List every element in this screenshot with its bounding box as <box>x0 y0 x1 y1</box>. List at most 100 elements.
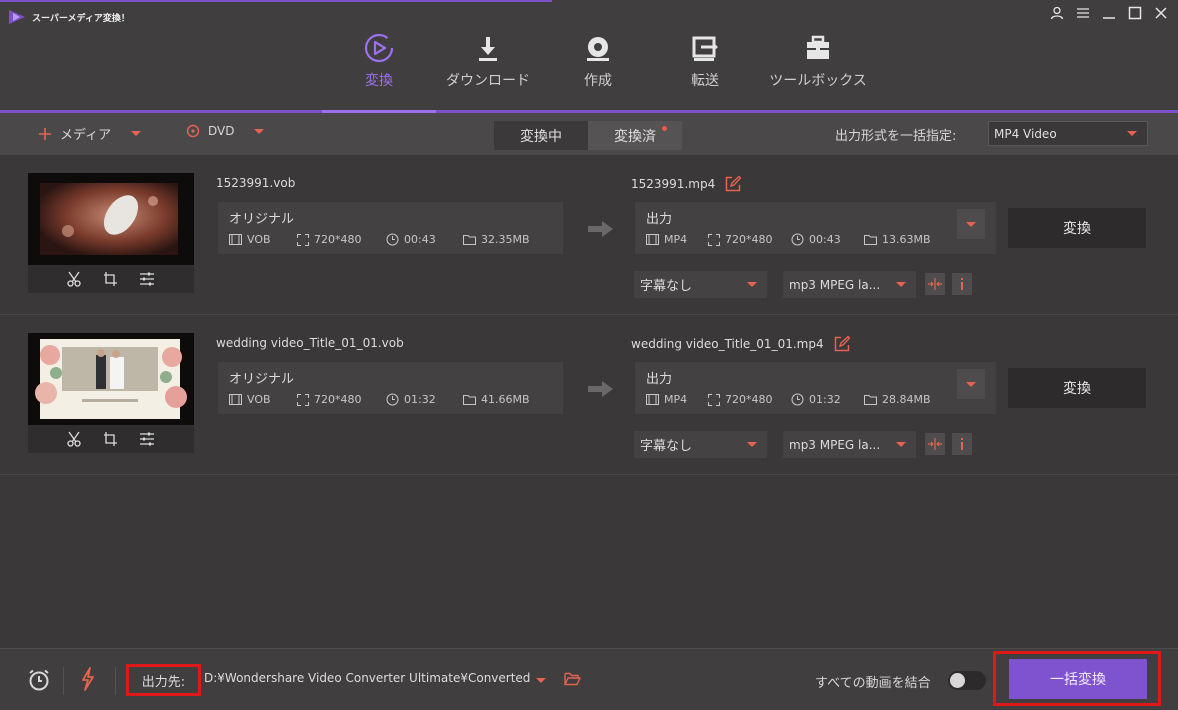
duration-value: 00:43 <box>404 233 436 246</box>
audio-value: mp3 MPEG la... <box>789 437 881 452</box>
convert-icon <box>364 33 394 63</box>
output-settings-dropdown[interactable] <box>957 369 985 399</box>
output-info[interactable]: 出力 MP4 720*480 00:43 13.63MB <box>635 202 996 254</box>
resolution-icon <box>297 233 309 246</box>
resolution-meta: 720*480 <box>708 393 773 406</box>
convert-button[interactable]: 変換 <box>1008 208 1146 248</box>
nav-transfer[interactable]: 転送 <box>650 30 760 90</box>
source-info: オリジナル VOB 720*480 00:43 32.35MB <box>218 202 563 254</box>
nav-burn[interactable]: 作成 <box>543 30 653 90</box>
folder-icon <box>864 395 877 405</box>
effects-icon[interactable] <box>139 272 155 286</box>
toggle-knob <box>950 673 965 688</box>
resolution-icon <box>708 233 720 246</box>
resolution-value: 720*480 <box>314 393 362 406</box>
tab-converted[interactable]: 変換済 <box>588 121 682 150</box>
nav-download-label: ダウンロード <box>446 73 530 89</box>
audio-select[interactable]: mp3 MPEG la... <box>783 431 916 458</box>
video-thumbnail[interactable] <box>28 333 194 425</box>
edit-icon[interactable] <box>725 176 742 192</box>
duration-value: 01:32 <box>404 393 436 406</box>
info-button[interactable] <box>952 433 972 455</box>
info-icon <box>961 278 963 290</box>
edit-icon[interactable] <box>834 336 850 352</box>
arrow-right-icon <box>588 381 613 397</box>
size-value: 28.84MB <box>882 393 931 406</box>
format-value: VOB <box>247 393 271 406</box>
info-button[interactable] <box>952 273 972 295</box>
output-format-select[interactable]: MP4 Video <box>988 121 1148 146</box>
add-subtitle-button[interactable] <box>925 273 945 295</box>
output-settings-dropdown[interactable] <box>957 209 985 239</box>
dvd-label: DVD <box>208 124 235 138</box>
info-icon <box>961 438 963 450</box>
download-icon <box>479 37 497 61</box>
duration-meta: 01:32 <box>386 393 436 406</box>
subtitle-value: 字幕なし <box>640 439 693 454</box>
add-subtitle-button[interactable] <box>925 433 945 455</box>
chevron-down-icon <box>747 442 757 447</box>
maximize-icon[interactable] <box>1126 4 1144 22</box>
minimize-icon[interactable] <box>1100 4 1118 22</box>
thumbnail-tools <box>28 265 194 293</box>
folder-icon <box>864 235 877 245</box>
subtitle-select[interactable]: 字幕なし <box>634 271 767 298</box>
source-title: オリジナル <box>229 212 295 227</box>
size-value: 41.66MB <box>481 393 530 406</box>
resolution-icon <box>708 393 720 406</box>
subtitle-select[interactable]: 字幕なし <box>634 431 767 458</box>
clock-icon <box>386 393 399 406</box>
scissors-icon[interactable] <box>67 431 81 447</box>
close-icon[interactable] <box>1152 4 1170 22</box>
chevron-down-icon[interactable] <box>254 128 265 134</box>
clock-icon <box>791 233 804 246</box>
crop-icon[interactable] <box>103 271 117 287</box>
resolution-meta: 720*480 <box>297 393 362 406</box>
merge-all-label: すべての動画を結合 <box>815 676 931 691</box>
schedule-alarm-icon[interactable] <box>27 669 51 691</box>
output-title: 出力 <box>646 212 673 227</box>
bottom-bar: 出力先: D:¥Wondershare Video Converter Ulti… <box>0 648 1178 710</box>
scissors-icon[interactable] <box>67 271 81 287</box>
merge-toggle[interactable] <box>948 671 986 690</box>
effects-icon[interactable] <box>139 432 155 446</box>
size-meta: 13.63MB <box>864 233 931 246</box>
output-path-select[interactable]: D:¥Wondershare Video Converter Ultimate¥… <box>204 671 554 691</box>
resolution-value: 720*480 <box>314 233 362 246</box>
output-file-name: wedding video_Title_01_01.mp4 <box>631 337 824 351</box>
audio-select[interactable]: mp3 MPEG la... <box>783 271 916 298</box>
open-folder-icon[interactable] <box>564 672 581 686</box>
tab-converted-label: 変換済 <box>614 128 656 145</box>
output-info[interactable]: 出力 MP4 720*480 01:32 28.84MB <box>635 362 996 414</box>
title-bar: スーパーメディア変換！ 変換 ダウンロード 作成 転送 ツールボックス <box>0 0 1178 113</box>
lightning-icon[interactable] <box>80 667 96 691</box>
tab-converting-label: 変換中 <box>520 128 562 145</box>
chevron-down-icon <box>1127 131 1137 136</box>
account-icon[interactable] <box>1048 4 1066 22</box>
chevron-down-icon[interactable] <box>131 131 142 136</box>
add-media-label: メディア <box>60 128 112 143</box>
output-format-label: 出力形式を一括指定: <box>835 129 957 144</box>
duration-meta: 01:32 <box>791 393 841 406</box>
nav-toolbox[interactable]: ツールボックス <box>763 30 873 90</box>
format-meta: MP4 <box>646 393 687 406</box>
nav-convert[interactable]: 変換 <box>324 30 434 90</box>
convert-button[interactable]: 変換 <box>1008 368 1146 408</box>
film-icon <box>229 234 242 245</box>
nav-download[interactable]: ダウンロード <box>433 30 543 90</box>
resolution-meta: 720*480 <box>297 233 362 246</box>
nav-transfer-label: 転送 <box>691 73 719 89</box>
video-thumbnail[interactable] <box>28 173 194 265</box>
film-icon <box>646 394 659 405</box>
tab-converting[interactable]: 変換中 <box>494 121 588 150</box>
load-dvd-button[interactable]: DVD <box>186 124 265 138</box>
size-meta: 28.84MB <box>864 393 931 406</box>
file-row: wedding video_Title_01_01.vob オリジナル VOB … <box>0 315 1178 475</box>
menu-icon[interactable] <box>1074 4 1092 22</box>
crop-icon[interactable] <box>103 431 117 447</box>
batch-convert-button[interactable]: 一括変換 <box>1009 659 1147 699</box>
format-meta: VOB <box>229 233 271 246</box>
source-file-name: wedding video_Title_01_01.vob <box>216 336 404 350</box>
add-media-button[interactable]: メディア <box>38 124 142 143</box>
source-title: オリジナル <box>229 372 295 387</box>
